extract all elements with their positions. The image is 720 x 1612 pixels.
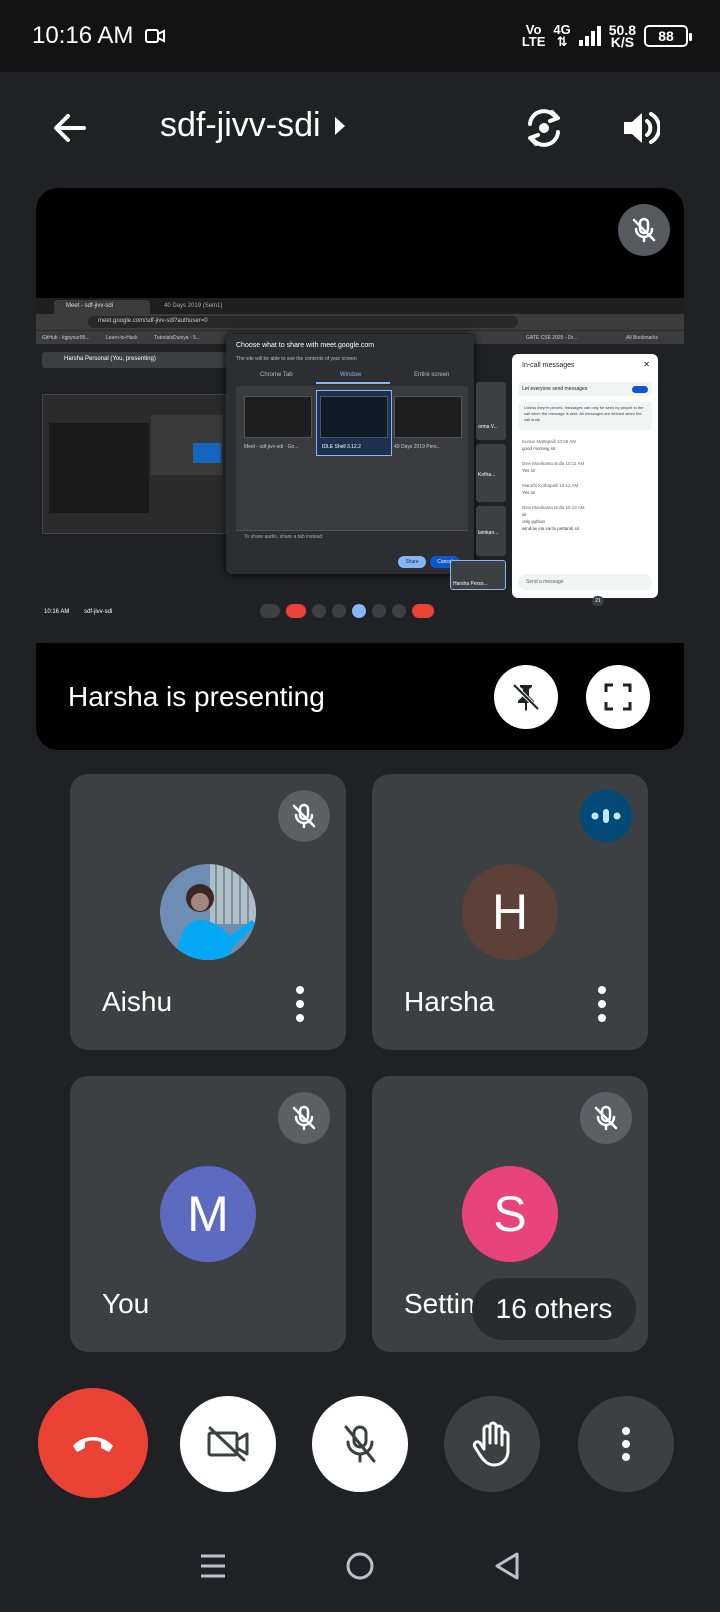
unpin-icon bbox=[512, 683, 540, 711]
avatar-photo bbox=[160, 864, 256, 960]
switch-camera-icon bbox=[528, 109, 560, 147]
url-bar: meet.google.com/sdf-jivv-sdi?authuser=0 bbox=[88, 316, 518, 328]
fullscreen-button[interactable] bbox=[586, 665, 650, 729]
self-view-title: Harsha Personal (You, presenting) bbox=[42, 352, 226, 368]
volte-indicator: Vo LTE bbox=[521, 22, 546, 49]
recents-icon[interactable] bbox=[199, 1553, 227, 1579]
data-arrows-icon: ⇅ bbox=[556, 34, 568, 49]
audio-level-icon bbox=[591, 809, 621, 823]
speaker-icon bbox=[624, 112, 660, 144]
shared-screen: Meet - sdf-jivv-sdi 40 Days 2019 (Sem1) … bbox=[36, 298, 684, 643]
chevron-right-icon bbox=[334, 116, 345, 135]
hang-up-icon bbox=[73, 1437, 113, 1452]
back-arrow-icon bbox=[54, 114, 86, 142]
mic-off-icon bbox=[344, 1425, 376, 1463]
mic-off-icon bbox=[292, 1105, 316, 1131]
share-dialog: Choose what to share with meet.google.co… bbox=[226, 334, 474, 574]
toggle-switch bbox=[632, 386, 648, 393]
back-button[interactable] bbox=[42, 100, 98, 156]
camera-toggle-button[interactable] bbox=[180, 1396, 276, 1492]
participant-name: Harsha bbox=[404, 986, 495, 1017]
mic-off-badge bbox=[278, 1092, 330, 1144]
chat-message-list: Kumar Mattapalli 10:06 AM good morning s… bbox=[522, 439, 585, 531]
signal-icon bbox=[578, 26, 601, 46]
participant-tile-aishu[interactable]: Aishu bbox=[70, 774, 346, 1050]
presentation-card[interactable]: Meet - sdf-jivv-sdi 40 Days 2019 (Sem1) … bbox=[36, 188, 684, 750]
microphone-toggle-button[interactable] bbox=[312, 1396, 408, 1492]
presenter-mic-off-badge bbox=[618, 204, 670, 256]
meeting-header: sdf-jivv-sdi bbox=[0, 72, 720, 184]
recursive-screen-preview bbox=[42, 394, 226, 534]
avatar-initial: H bbox=[462, 864, 558, 960]
network-indicator: 4G ⇅ bbox=[553, 22, 571, 49]
status-indicators: Vo LTE 4G ⇅ 50.8 K/S 88 bbox=[521, 22, 692, 50]
close-icon: ✕ bbox=[643, 360, 650, 369]
video-status-icon bbox=[145, 29, 166, 43]
raise-hand-icon bbox=[472, 1421, 510, 1467]
speaking-indicator-badge bbox=[580, 790, 632, 842]
audio-output-button[interactable] bbox=[612, 100, 668, 156]
end-call-button[interactable] bbox=[38, 1388, 148, 1498]
raise-hand-button[interactable] bbox=[444, 1396, 540, 1492]
participant-tile-you[interactable]: M You bbox=[70, 1076, 346, 1352]
more-options-button[interactable] bbox=[578, 1396, 674, 1492]
mic-off-badge bbox=[278, 790, 330, 842]
profile-photo bbox=[160, 864, 256, 960]
unpin-button[interactable] bbox=[494, 665, 558, 729]
switch-camera-button[interactable] bbox=[516, 100, 572, 156]
battery-icon: 88 bbox=[644, 25, 692, 47]
mic-off-icon bbox=[632, 217, 656, 243]
status-bar: 10:16 AM Vo LTE 4G ⇅ 50.8 K/S 88 bbox=[0, 0, 720, 72]
participant-tile-harsha[interactable]: H Harsha bbox=[372, 774, 648, 1050]
video-off-icon bbox=[207, 1426, 249, 1462]
mic-off-icon bbox=[594, 1105, 618, 1131]
more-options-icon[interactable] bbox=[592, 984, 612, 1024]
system-nav-bar bbox=[0, 1520, 720, 1612]
more-options-icon[interactable] bbox=[290, 984, 310, 1024]
participant-name: You bbox=[102, 1288, 150, 1319]
network-speed: 50.8 K/S bbox=[608, 22, 636, 50]
participant-name: Aishu bbox=[102, 986, 173, 1017]
meeting-title[interactable]: sdf-jivv-sdi bbox=[160, 106, 347, 145]
status-time: 10:16 AM bbox=[32, 22, 134, 49]
fullscreen-icon bbox=[604, 683, 632, 711]
presenting-label: Harsha is presenting bbox=[68, 680, 325, 712]
presentation-footer: Harsha is presenting bbox=[36, 643, 684, 750]
mic-off-icon bbox=[292, 803, 316, 829]
browser-tab-2: 40 Days 2019 (Sem1) bbox=[164, 303, 223, 309]
home-icon[interactable] bbox=[345, 1551, 375, 1581]
meeting-code: sdf-jivv-sdi bbox=[160, 106, 321, 144]
avatar-initial: M bbox=[160, 1166, 256, 1262]
in-call-messages-panel: In-call messages ✕ Let everyone send mes… bbox=[512, 354, 658, 598]
mic-off-badge bbox=[580, 1092, 632, 1144]
more-vert-icon bbox=[622, 1427, 630, 1461]
browser-tab-1: Meet - sdf-jivv-sdi bbox=[54, 300, 150, 314]
avatar-initial: S bbox=[462, 1166, 558, 1262]
others-count-pill[interactable]: 16 others bbox=[472, 1278, 636, 1340]
mini-call-controls bbox=[260, 604, 456, 620]
back-nav-icon[interactable] bbox=[493, 1551, 521, 1581]
